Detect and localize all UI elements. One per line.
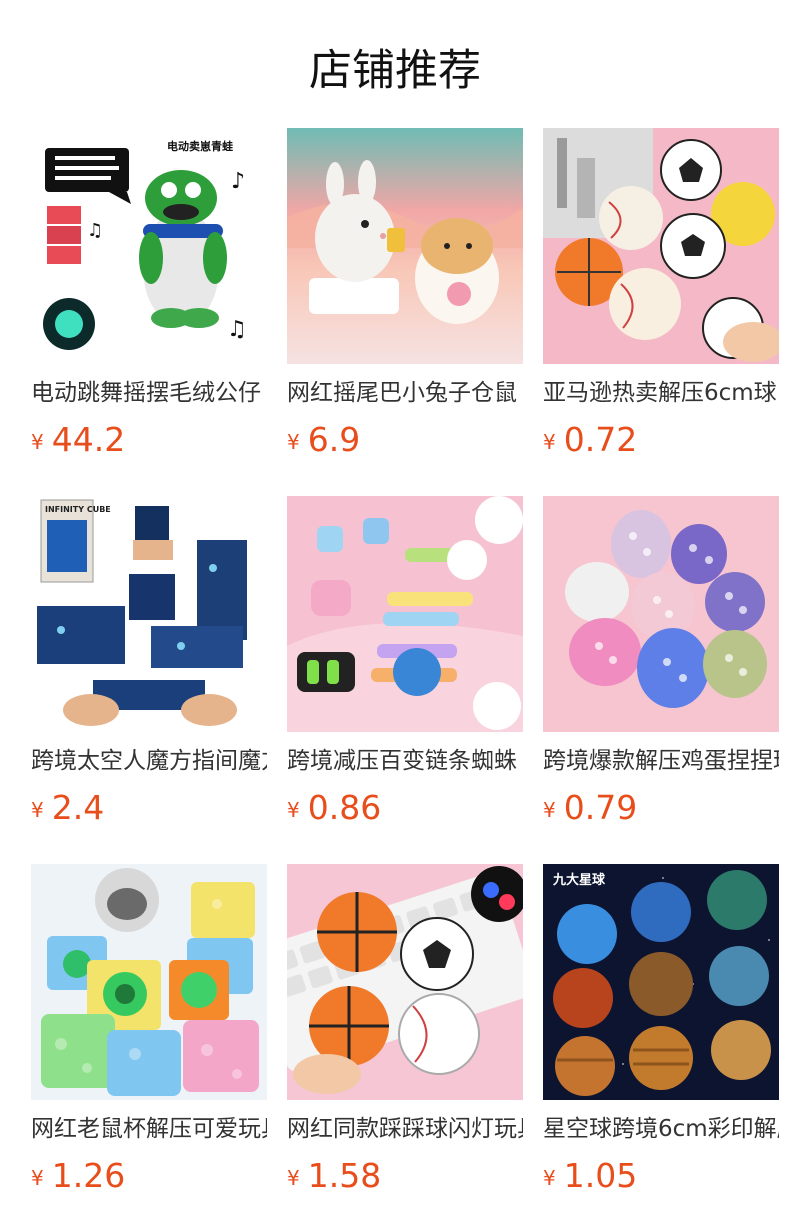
product-card[interactable]: 网红摇尾巴小兔子仓鼠 ¥6.9	[287, 128, 523, 462]
product-image[interactable]	[543, 128, 779, 364]
light-up-sport-balls-icon	[287, 864, 523, 1100]
product-price: ¥44.2	[31, 420, 267, 462]
currency-symbol: ¥	[287, 430, 300, 454]
svg-text:♫: ♫	[227, 317, 247, 342]
image-label-text: INFINITY CUBE	[45, 505, 111, 514]
image-label-text: 九大星球	[552, 872, 606, 888]
price-value: 6.9	[307, 420, 361, 459]
price-value: 1.26	[51, 1156, 126, 1195]
price-value: 44.2	[51, 420, 126, 459]
product-name[interactable]: 亚马逊热卖解压6cm球	[543, 378, 779, 408]
price-value: 0.86	[307, 788, 382, 827]
svg-text:♪: ♪	[231, 169, 245, 194]
product-card[interactable]: 网红老鼠杯解压可爱玩具 ¥1.26	[31, 864, 267, 1198]
product-image[interactable]	[31, 864, 267, 1100]
product-name[interactable]: 网红摇尾巴小兔子仓鼠	[287, 378, 523, 408]
product-price: ¥1.05	[543, 1156, 779, 1198]
svg-text:♫: ♫	[87, 220, 103, 241]
product-image[interactable]	[287, 128, 523, 364]
product-card[interactable]: 亚马逊热卖解压6cm球 ¥0.72	[543, 128, 779, 462]
price-value: 1.58	[307, 1156, 382, 1195]
product-card[interactable]: ♪ ♫ ♫ 电动卖崽青蛙 电动跳舞摇摆毛绒公仔 ¥44.2	[31, 128, 267, 462]
currency-symbol: ¥	[543, 798, 556, 822]
mouse-cheese-cup-icon	[31, 864, 267, 1100]
product-name[interactable]: 跨境减压百变链条蜘蛛	[287, 746, 523, 776]
product-card[interactable]: 九大星球 星空球跨境6cm彩印解压球 ¥1.05	[543, 864, 779, 1198]
stress-balls-icon	[543, 128, 779, 364]
price-value: 2.4	[51, 788, 105, 827]
dancing-frog-plush-icon: ♪ ♫ ♫ 电动卖崽青蛙	[31, 128, 267, 364]
currency-symbol: ¥	[287, 1166, 300, 1190]
squeeze-egg-balls-icon	[543, 496, 779, 732]
chain-fidget-toys-icon	[287, 496, 523, 732]
currency-symbol: ¥	[31, 798, 44, 822]
rabbit-hamster-plush-icon	[287, 128, 523, 364]
product-image[interactable]: INFINITY CUBE	[31, 496, 267, 732]
product-name[interactable]: 星空球跨境6cm彩印解压球	[543, 1114, 779, 1144]
product-name[interactable]: 跨境太空人魔方指间魔方	[31, 746, 267, 776]
product-image[interactable]: 九大星球	[543, 864, 779, 1100]
price-value: 1.05	[563, 1156, 638, 1195]
infinity-cube-icon: INFINITY CUBE	[31, 496, 267, 732]
product-name[interactable]: 跨境爆款解压鸡蛋捏捏球	[543, 746, 779, 776]
product-price: ¥0.86	[287, 788, 523, 830]
product-name[interactable]: 网红老鼠杯解压可爱玩具	[31, 1114, 267, 1144]
currency-symbol: ¥	[287, 798, 300, 822]
currency-symbol: ¥	[543, 430, 556, 454]
product-image[interactable]: ♪ ♫ ♫ 电动卖崽青蛙	[31, 128, 267, 364]
planet-balls-icon: 九大星球	[543, 864, 779, 1100]
currency-symbol: ¥	[543, 1166, 556, 1190]
currency-symbol: ¥	[31, 430, 44, 454]
product-image[interactable]	[543, 496, 779, 732]
product-card[interactable]: 网红同款踩踩球闪灯玩具 ¥1.58	[287, 864, 523, 1198]
product-card[interactable]: 跨境爆款解压鸡蛋捏捏球 ¥0.79	[543, 496, 779, 830]
image-label-text: 电动卖崽青蛙	[167, 139, 233, 153]
product-price: ¥0.79	[543, 788, 779, 830]
page-title: 店铺推荐	[309, 46, 481, 96]
store-recommendations-page: 店铺推荐 ♪ ♫ ♫ 电动卖崽青蛙 电动跳舞摇摆毛绒公仔 ¥ 44.2 网红摇尾…	[0, 0, 790, 1232]
product-image[interactable]	[287, 864, 523, 1100]
price-value: 0.79	[563, 788, 638, 827]
product-price: ¥6.9	[287, 420, 523, 462]
product-image[interactable]	[287, 496, 523, 732]
product-price: ¥2.4	[31, 788, 267, 830]
product-price: ¥1.58	[287, 1156, 523, 1198]
currency-symbol: ¥	[31, 1166, 44, 1190]
product-price: ¥0.72	[543, 420, 779, 462]
product-price: ¥1.26	[31, 1156, 267, 1198]
product-name[interactable]: 网红同款踩踩球闪灯玩具	[287, 1114, 523, 1144]
product-card[interactable]: 跨境减压百变链条蜘蛛 ¥0.86	[287, 496, 523, 830]
price-value: 0.72	[563, 420, 638, 459]
product-card[interactable]: INFINITY CUBE 跨境太空人魔方指间魔方 ¥2.4	[31, 496, 267, 830]
product-name[interactable]: 电动跳舞摇摆毛绒公仔	[31, 378, 267, 408]
